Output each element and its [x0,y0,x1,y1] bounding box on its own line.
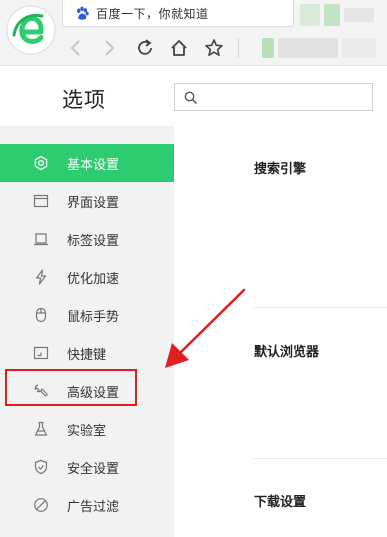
sidebar-item-label: 安全设置 [67,462,120,477]
sidebar-item-label: 基本设置 [67,158,120,173]
sidebar-item-mouse-gestures[interactable]: 鼠标手势 [0,296,174,334]
flask-icon [34,421,48,436]
section-divider [253,458,387,459]
mouse-icon [35,307,47,323]
sidebar-item-optimize-speed[interactable]: 优化加速 [0,258,174,296]
section-title-download-settings: 下载设置 [254,495,307,510]
blurred-region [300,4,320,26]
baidu-paw-icon [77,6,89,20]
sidebar-item-interface-settings[interactable]: 界面设置 [0,182,174,220]
browser-logo-icon[interactable] [6,5,56,55]
blurred-region [278,38,338,58]
tab-title: 百度一下，你就知道 [96,7,209,21]
star-icon [205,39,223,56]
blurred-region [324,4,340,26]
sidebar-item-label: 优化加速 [67,272,120,287]
settings-sidebar: 基本设置 界面设置 标签设置 优化加速 鼠标手势 快捷键 高级设置 实验室 安全… [0,126,174,537]
back-arrow-icon [70,40,80,56]
lightning-icon [35,269,47,285]
sidebar-item-label: 鼠标手势 [67,310,120,325]
section-title-default-browser: 默认浏览器 [254,345,320,360]
sidebar-item-ad-filter[interactable]: 广告过滤 [0,486,174,524]
sidebar-item-label: 界面设置 [67,196,120,211]
browser-tab[interactable]: 百度一下，你就知道 [62,0,294,27]
reload-button[interactable] [134,37,156,59]
blurred-region [342,38,376,58]
blurred-region [262,38,274,58]
sidebar-item-basic-settings[interactable]: 基本设置 [0,144,174,182]
forward-button[interactable] [99,37,121,59]
sidebar-item-label: 广告过滤 [67,500,120,515]
search-box[interactable] [174,83,373,111]
sidebar-item-label: 标签设置 [67,234,120,249]
tab-icon [34,233,48,246]
favorite-button[interactable] [203,37,225,59]
back-button[interactable] [64,37,86,59]
sidebar-item-shortcuts[interactable]: 快捷键 [0,334,174,372]
shield-icon [34,459,48,475]
gear-icon [34,155,48,171]
search-input[interactable] [203,87,368,107]
home-icon [171,40,187,56]
search-icon [184,91,198,105]
sidebar-item-tab-settings[interactable]: 标签设置 [0,220,174,258]
browser-toolbar: 百度一下，你就知道 [0,0,387,66]
highlight-box [5,369,137,406]
options-page: 百度一下，你就知道 选项 基本设置 界面设置 标签设置 优化加速 鼠标手势 快捷… [0,0,387,537]
page-title: 选项 [62,88,106,112]
window-icon [33,194,49,208]
blurred-region [344,8,374,22]
sidebar-item-security-settings[interactable]: 安全设置 [0,448,174,486]
sidebar-item-label: 快捷键 [67,348,107,363]
reload-icon [138,39,152,55]
home-button[interactable] [168,37,190,59]
sidebar-item-lab[interactable]: 实验室 [0,410,174,448]
sidebar-item-label: 实验室 [67,424,107,439]
keyboard-icon [33,346,49,360]
block-icon [34,498,48,512]
toolbar-divider [238,38,239,58]
section-divider [253,307,387,308]
forward-arrow-icon [105,40,115,56]
section-title-search-engine: 搜索引擎 [254,162,307,177]
